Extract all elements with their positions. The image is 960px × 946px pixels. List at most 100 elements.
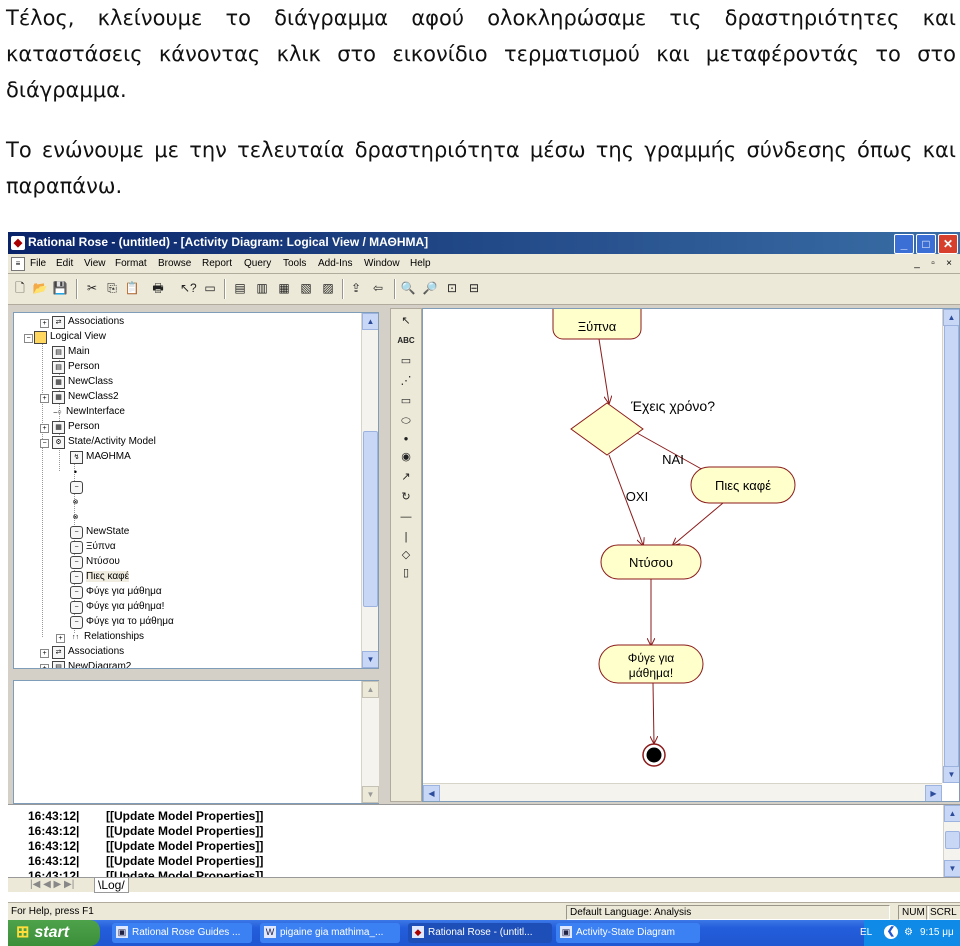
menu-browse[interactable]: Browse [158, 258, 191, 269]
save-icon[interactable]: 💾 [52, 280, 68, 296]
activity-leave[interactable]: Φύγε για μάθημα! [598, 644, 704, 684]
tree-item-start-state[interactable]: • [70, 465, 84, 479]
tree-item-pies-kafe[interactable]: − Πιες καφέ [70, 570, 130, 584]
horizontal-sync-icon[interactable]: — [397, 509, 415, 525]
tree-item-newdiagram2[interactable]: ▤ NewDiagram2 [52, 660, 131, 668]
context-help-icon[interactable]: ↖? [180, 280, 197, 296]
print-icon[interactable]: 🖶 [150, 280, 166, 296]
scroll-up-button[interactable]: ▲ [944, 805, 960, 822]
log-window[interactable]: 16:43:12| [[Update Model Properties]] 16:… [8, 804, 960, 903]
decision-icon[interactable]: ◇ [397, 547, 415, 563]
zoom-in-icon[interactable]: 🔍 [400, 280, 416, 296]
parent-icon[interactable]: ⇪ [348, 280, 364, 296]
note-icon[interactable]: ▭ [397, 353, 415, 369]
tree-item-newinterface[interactable]: –○ NewInterface [52, 405, 124, 419]
anchor-icon[interactable]: ⋰ [397, 373, 415, 389]
menu-tools[interactable]: Tools [283, 258, 306, 269]
swimlane-icon[interactable]: ▯ [397, 565, 415, 581]
text-icon[interactable]: ABC [397, 333, 415, 349]
view-doc-icon[interactable]: ▭ [202, 280, 218, 296]
expand-toggle[interactable]: + [40, 424, 49, 433]
tree-item-logical-view[interactable]: Logical View [34, 330, 106, 344]
tab-scroll-arrows-icon[interactable]: |◀ ◀ ▶ ▶| [30, 879, 74, 890]
tree-item-main[interactable]: ▤ Main [52, 345, 90, 359]
scroll-thumb[interactable] [363, 431, 378, 607]
new-icon[interactable]: 🗋 [12, 280, 28, 296]
transition-arrow[interactable] [598, 338, 609, 403]
documentation-scrollbar[interactable]: ▲ ▼ [361, 681, 379, 803]
interaction-icon[interactable]: ▥ [254, 280, 270, 296]
expand-toggle[interactable]: + [56, 634, 65, 643]
zoom-out-icon[interactable]: 🔎 [422, 280, 438, 296]
scroll-down-button[interactable]: ▼ [943, 766, 959, 783]
browse-icon[interactable]: ▨ [320, 280, 336, 296]
menu-edit[interactable]: Edit [56, 258, 73, 269]
tree-item-fyge-gia-to-mathima[interactable]: − Φύγε για το μάθημα [70, 615, 174, 629]
transition-arrow[interactable] [673, 502, 724, 545]
scroll-up-button[interactable]: ▲ [362, 681, 379, 698]
paste-icon[interactable]: 📋 [124, 280, 140, 296]
maximize-button[interactable]: □ [916, 234, 936, 254]
copy-icon[interactable]: ⎘ [104, 280, 120, 296]
previous-icon[interactable]: ⇦ [370, 280, 386, 296]
tree-item-associations-2[interactable]: ⇄ Associations [52, 645, 124, 659]
collapse-toggle[interactable]: − [40, 439, 49, 448]
title-bar[interactable]: ◆ Rational Rose - (untitled) - [Activity… [8, 232, 960, 254]
documentation-window[interactable]: ▲ ▼ [13, 680, 379, 804]
class-diagram-icon[interactable]: ▤ [232, 280, 248, 296]
component-icon[interactable]: ▦ [276, 280, 292, 296]
collapse-toggle[interactable]: − [24, 334, 33, 343]
tree-item-ntysou[interactable]: − Ντύσου [70, 555, 120, 569]
transition-icon[interactable]: ↗ [397, 469, 415, 485]
task-rational-rose-guides[interactable]: ▣ Rational Rose Guides ... [112, 923, 252, 943]
start-state-icon[interactable]: ● [397, 431, 415, 447]
task-pigaine-gia-mathima[interactable]: Wpigaine gia mathima_... [260, 923, 400, 943]
browser-tree[interactable]: + ⇄ Associations − Logical View ▤ Main ▤ Pe… [13, 312, 379, 669]
state-icon[interactable]: ▭ [397, 393, 415, 409]
tree-item-mathima[interactable]: ↯ ΜΑΘΗΜΑ [70, 450, 131, 464]
end-state[interactable] [642, 743, 666, 767]
scroll-left-button[interactable]: ◀ [423, 785, 440, 801]
activity-icon[interactable]: ⬭ [397, 413, 415, 429]
tree-item-state-activity-model[interactable]: ⚙ State/Activity Model [52, 435, 156, 449]
tree-item-relationships[interactable]: ↑↑ Relationships [70, 630, 144, 644]
scroll-down-button[interactable]: ▼ [944, 860, 960, 877]
tree-item-newstate[interactable]: − NewState [70, 525, 129, 539]
tree-item-activity[interactable]: − [70, 480, 86, 494]
undo-fit-icon[interactable]: ⊟ [466, 280, 482, 296]
transition-arrow[interactable] [653, 682, 654, 743]
log-tab[interactable]: \Log/ [94, 878, 129, 893]
menu-view[interactable]: View [84, 258, 106, 269]
browser-vertical-scrollbar[interactable]: ▲ ▼ [361, 313, 378, 668]
vertical-sync-icon[interactable]: | [397, 529, 415, 545]
expand-toggle[interactable]: + [40, 319, 49, 328]
expand-toggle[interactable]: + [40, 664, 49, 668]
mdi-close-button[interactable]: × [942, 258, 956, 270]
tree-item-xypna[interactable]: − Ξύπνα [70, 540, 116, 554]
deployment-icon[interactable]: ▧ [298, 280, 314, 296]
expand-toggle[interactable]: + [40, 649, 49, 658]
expand-toggle[interactable]: + [40, 394, 49, 403]
menu-add-ins[interactable]: Add-Ins [318, 258, 352, 269]
start-button[interactable]: ⊞ start [8, 920, 100, 946]
self-transition-icon[interactable]: ↻ [397, 489, 415, 505]
task-activity-state-diagram[interactable]: ▣ Activity-State Diagram [556, 923, 700, 943]
document-menu-icon[interactable]: ≡ [11, 257, 25, 271]
menu-window[interactable]: Window [364, 258, 400, 269]
menu-format[interactable]: Format [115, 258, 147, 269]
tray-back-icon[interactable]: ❮ [884, 925, 898, 939]
activity-coffee[interactable]: Πιες καφέ [690, 466, 796, 504]
rational-rose-icon[interactable]: ◆ [11, 236, 25, 250]
open-icon[interactable]: 📂 [32, 280, 48, 296]
tree-item-newclass[interactable]: ▦ NewClass [52, 375, 113, 389]
mdi-minimize-button[interactable]: _ [910, 258, 924, 270]
tree-item-newclass2[interactable]: ▦ NewClass2 [52, 390, 119, 404]
menu-report[interactable]: Report [202, 258, 232, 269]
activity-diagram-canvas[interactable]: Ξύπνα Έχεις χρόνο? ΝΑΙ Πιες καφέ ΟΧΙ Ντύ… [422, 308, 960, 802]
tree-item-person-diagram[interactable]: ▤ Person [52, 360, 100, 374]
tree-item-associations[interactable]: ⇄ Associations [52, 315, 124, 329]
cut-icon[interactable]: ✂ [84, 280, 100, 296]
scroll-right-button[interactable]: ▶ [925, 785, 942, 801]
menu-file[interactable]: File [30, 258, 46, 269]
fit-window-icon[interactable]: ⊡ [444, 280, 460, 296]
